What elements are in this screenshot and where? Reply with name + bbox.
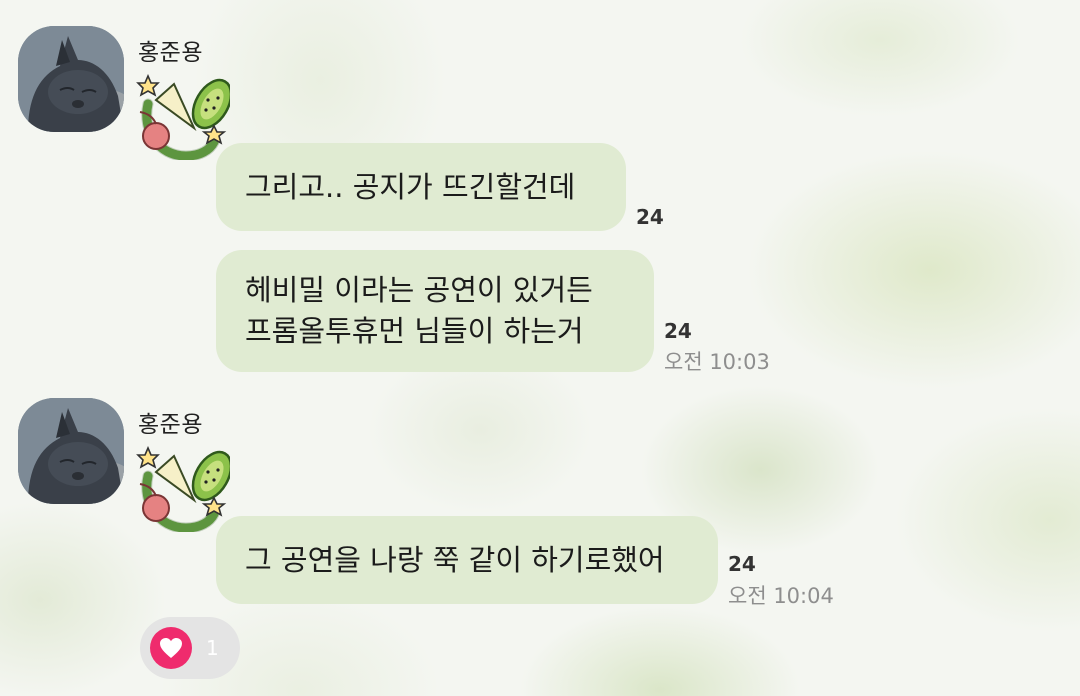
message-bubble[interactable]: 그 공연을 나랑 쭉 같이 하기로했어 (216, 516, 718, 604)
fruit-sticker-icon (134, 445, 233, 534)
reaction-count: 1 (206, 636, 219, 660)
message-group: 홍준용 그 공연을 나랑 쭉 같이 하기로했어 24 오전 10:04 1 (0, 0, 1080, 696)
unread-count: 24 (728, 552, 756, 576)
message-text: 그 공연을 나랑 쭉 같이 하기로했어 (245, 542, 665, 577)
heart-icon (150, 627, 192, 669)
timestamp: 오전 10:04 (728, 584, 834, 608)
avatar[interactable] (18, 398, 124, 504)
cat-avatar-image (18, 398, 124, 504)
sender-name: 홍준용 (138, 412, 203, 438)
reaction-badge[interactable]: 1 (140, 617, 240, 679)
